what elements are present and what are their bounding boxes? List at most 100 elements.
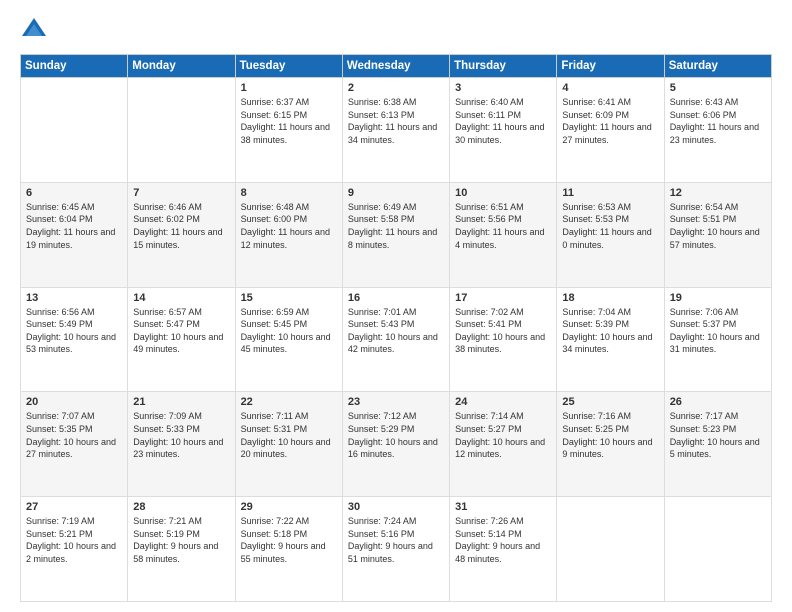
calendar-cell: 21 Sunrise: 7:09 AM Sunset: 5:33 PM Dayli…: [128, 392, 235, 497]
day-info: Sunrise: 7:22 AM Sunset: 5:18 PM Dayligh…: [241, 515, 337, 565]
day-info: Sunrise: 6:51 AM Sunset: 5:56 PM Dayligh…: [455, 201, 551, 251]
calendar-week-2: 6 Sunrise: 6:45 AM Sunset: 6:04 PM Daylig…: [21, 182, 772, 287]
day-info: Sunrise: 6:56 AM Sunset: 5:49 PM Dayligh…: [26, 306, 122, 356]
day-number: 9: [348, 187, 444, 199]
day-info: Sunrise: 7:24 AM Sunset: 5:16 PM Dayligh…: [348, 515, 444, 565]
day-number: 7: [133, 187, 229, 199]
logo: [20, 16, 52, 44]
calendar-cell: [21, 78, 128, 183]
calendar-cell: 16 Sunrise: 7:01 AM Sunset: 5:43 PM Dayli…: [342, 287, 449, 392]
calendar-cell: 30 Sunrise: 7:24 AM Sunset: 5:16 PM Dayli…: [342, 497, 449, 602]
day-info: Sunrise: 6:53 AM Sunset: 5:53 PM Dayligh…: [562, 201, 658, 251]
calendar-header-saturday: Saturday: [664, 55, 771, 78]
day-number: 5: [670, 82, 766, 94]
day-number: 11: [562, 187, 658, 199]
calendar-cell: 4 Sunrise: 6:41 AM Sunset: 6:09 PM Daylig…: [557, 78, 664, 183]
day-info: Sunrise: 7:16 AM Sunset: 5:25 PM Dayligh…: [562, 410, 658, 460]
calendar-cell: 14 Sunrise: 6:57 AM Sunset: 5:47 PM Dayli…: [128, 287, 235, 392]
calendar-cell: 29 Sunrise: 7:22 AM Sunset: 5:18 PM Dayli…: [235, 497, 342, 602]
calendar-header-friday: Friday: [557, 55, 664, 78]
day-number: 2: [348, 82, 444, 94]
calendar-cell: 10 Sunrise: 6:51 AM Sunset: 5:56 PM Dayli…: [450, 182, 557, 287]
calendar-week-1: 1Sunrise: 6:37 AM Sunset: 6:15 PM Daylig…: [21, 78, 772, 183]
header: [20, 16, 772, 44]
calendar-week-3: 13 Sunrise: 6:56 AM Sunset: 5:49 PM Dayli…: [21, 287, 772, 392]
day-number: 23: [348, 396, 444, 408]
day-number: 22: [241, 396, 337, 408]
day-info: Sunrise: 7:11 AM Sunset: 5:31 PM Dayligh…: [241, 410, 337, 460]
calendar-cell: 7Sunrise: 6:46 AM Sunset: 6:02 PM Daylig…: [128, 182, 235, 287]
day-info: Sunrise: 6:45 AM Sunset: 6:04 PM Dayligh…: [26, 201, 122, 251]
calendar-week-4: 20Sunrise: 7:07 AM Sunset: 5:35 PM Dayli…: [21, 392, 772, 497]
calendar-cell: 27 Sunrise: 7:19 AM Sunset: 5:21 PM Dayli…: [21, 497, 128, 602]
calendar-header-wednesday: Wednesday: [342, 55, 449, 78]
day-number: 6: [26, 187, 122, 199]
day-info: Sunrise: 7:02 AM Sunset: 5:41 PM Dayligh…: [455, 306, 551, 356]
day-info: Sunrise: 7:12 AM Sunset: 5:29 PM Dayligh…: [348, 410, 444, 460]
calendar-cell: 5 Sunrise: 6:43 AM Sunset: 6:06 PM Daylig…: [664, 78, 771, 183]
day-number: 8: [241, 187, 337, 199]
day-info: Sunrise: 6:54 AM Sunset: 5:51 PM Dayligh…: [670, 201, 766, 251]
day-number: 31: [455, 501, 551, 513]
day-info: Sunrise: 6:48 AM Sunset: 6:00 PM Dayligh…: [241, 201, 337, 251]
day-info: Sunrise: 6:37 AM Sunset: 6:15 PM Dayligh…: [241, 96, 337, 146]
calendar-cell: 1Sunrise: 6:37 AM Sunset: 6:15 PM Daylig…: [235, 78, 342, 183]
day-number: 18: [562, 292, 658, 304]
day-info: Sunrise: 7:14 AM Sunset: 5:27 PM Dayligh…: [455, 410, 551, 460]
day-info: Sunrise: 6:49 AM Sunset: 5:58 PM Dayligh…: [348, 201, 444, 251]
day-number: 13: [26, 292, 122, 304]
calendar-cell: 3 Sunrise: 6:40 AM Sunset: 6:11 PM Daylig…: [450, 78, 557, 183]
calendar-cell: 2 Sunrise: 6:38 AM Sunset: 6:13 PM Daylig…: [342, 78, 449, 183]
day-number: 19: [670, 292, 766, 304]
day-number: 28: [133, 501, 229, 513]
calendar-cell: 26 Sunrise: 7:17 AM Sunset: 5:23 PM Dayli…: [664, 392, 771, 497]
day-number: 14: [133, 292, 229, 304]
calendar-header-tuesday: Tuesday: [235, 55, 342, 78]
day-info: Sunrise: 7:09 AM Sunset: 5:33 PM Dayligh…: [133, 410, 229, 460]
day-number: 3: [455, 82, 551, 94]
day-number: 25: [562, 396, 658, 408]
calendar-cell: 13 Sunrise: 6:56 AM Sunset: 5:49 PM Dayli…: [21, 287, 128, 392]
day-number: 4: [562, 82, 658, 94]
day-number: 21: [133, 396, 229, 408]
day-info: Sunrise: 6:59 AM Sunset: 5:45 PM Dayligh…: [241, 306, 337, 356]
day-info: Sunrise: 6:57 AM Sunset: 5:47 PM Dayligh…: [133, 306, 229, 356]
calendar-header-monday: Monday: [128, 55, 235, 78]
calendar-header-row: SundayMondayTuesdayWednesdayThursdayFrid…: [21, 55, 772, 78]
calendar-header-sunday: Sunday: [21, 55, 128, 78]
calendar-cell: 23 Sunrise: 7:12 AM Sunset: 5:29 PM Dayli…: [342, 392, 449, 497]
day-info: Sunrise: 6:38 AM Sunset: 6:13 PM Dayligh…: [348, 96, 444, 146]
day-info: Sunrise: 6:43 AM Sunset: 6:06 PM Dayligh…: [670, 96, 766, 146]
calendar-cell: 12Sunrise: 6:54 AM Sunset: 5:51 PM Dayli…: [664, 182, 771, 287]
calendar-cell: [128, 78, 235, 183]
day-number: 30: [348, 501, 444, 513]
calendar-cell: 28Sunrise: 7:21 AM Sunset: 5:19 PM Dayli…: [128, 497, 235, 602]
day-number: 10: [455, 187, 551, 199]
calendar-cell: [557, 497, 664, 602]
day-number: 27: [26, 501, 122, 513]
calendar-cell: 25 Sunrise: 7:16 AM Sunset: 5:25 PM Dayli…: [557, 392, 664, 497]
page: SundayMondayTuesdayWednesdayThursdayFrid…: [0, 0, 792, 612]
day-number: 15: [241, 292, 337, 304]
calendar-cell: 20Sunrise: 7:07 AM Sunset: 5:35 PM Dayli…: [21, 392, 128, 497]
calendar-cell: 17Sunrise: 7:02 AM Sunset: 5:41 PM Dayli…: [450, 287, 557, 392]
day-info: Sunrise: 7:01 AM Sunset: 5:43 PM Dayligh…: [348, 306, 444, 356]
calendar-cell: 19Sunrise: 7:06 AM Sunset: 5:37 PM Dayli…: [664, 287, 771, 392]
calendar-cell: 6 Sunrise: 6:45 AM Sunset: 6:04 PM Daylig…: [21, 182, 128, 287]
calendar-cell: 24 Sunrise: 7:14 AM Sunset: 5:27 PM Dayli…: [450, 392, 557, 497]
calendar-week-5: 27 Sunrise: 7:19 AM Sunset: 5:21 PM Dayli…: [21, 497, 772, 602]
day-number: 24: [455, 396, 551, 408]
calendar-cell: [664, 497, 771, 602]
day-number: 26: [670, 396, 766, 408]
calendar-cell: 8 Sunrise: 6:48 AM Sunset: 6:00 PM Daylig…: [235, 182, 342, 287]
calendar-cell: 11 Sunrise: 6:53 AM Sunset: 5:53 PM Dayli…: [557, 182, 664, 287]
day-info: Sunrise: 6:41 AM Sunset: 6:09 PM Dayligh…: [562, 96, 658, 146]
day-number: 20: [26, 396, 122, 408]
day-info: Sunrise: 6:40 AM Sunset: 6:11 PM Dayligh…: [455, 96, 551, 146]
calendar-cell: 9 Sunrise: 6:49 AM Sunset: 5:58 PM Daylig…: [342, 182, 449, 287]
day-info: Sunrise: 7:19 AM Sunset: 5:21 PM Dayligh…: [26, 515, 122, 565]
logo-icon: [20, 16, 48, 44]
day-info: Sunrise: 7:17 AM Sunset: 5:23 PM Dayligh…: [670, 410, 766, 460]
day-number: 16: [348, 292, 444, 304]
day-number: 29: [241, 501, 337, 513]
